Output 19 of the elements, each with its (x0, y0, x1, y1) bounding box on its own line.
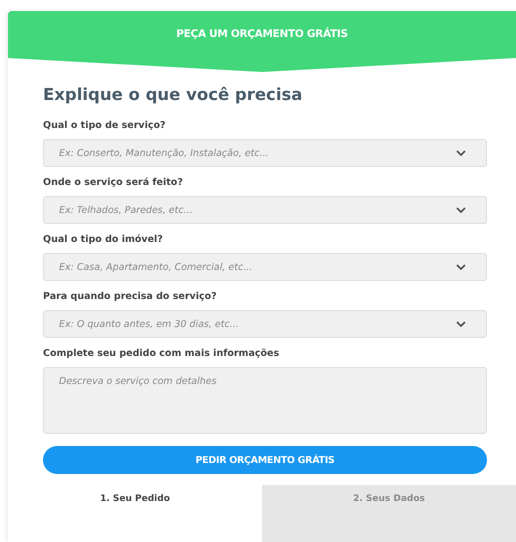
header-title: PEÇA UM ORÇAMENTO GRÁTIS (176, 26, 348, 42)
step-tab[interactable]: 1. Seu Pedido (8, 485, 262, 542)
chevron-down-icon (456, 264, 466, 270)
field-label: Onde o serviço será feito? (43, 177, 184, 189)
details-field[interactable]: Descreva o serviço com detalhes (43, 367, 487, 434)
form-heading: Explique o que você precisa (43, 84, 304, 106)
submit-button[interactable]: PEDIR ORÇAMENTO GRÁTIS (43, 446, 487, 474)
field-label: Para quando precisa do serviço? (43, 291, 218, 303)
field-label: Qual o tipo do imóvel? (43, 234, 164, 246)
select-field[interactable]: Ex: Casa, Apartamento, Comercial, etc... (43, 253, 487, 281)
step-tab[interactable]: 2. Seus Dados (262, 485, 516, 542)
chevron-down-icon (456, 150, 466, 156)
field-label: Complete seu pedido com mais informações (43, 348, 280, 360)
select-field[interactable]: Ex: Telhados, Paredes, etc... (43, 196, 487, 224)
select-field[interactable]: Ex: Conserto, Manutenção, Instalação, etc... (43, 139, 487, 167)
select-field[interactable]: Ex: O quanto antes, em 30 dias, etc... (43, 310, 487, 338)
field-label: Qual o tipo de serviço? (43, 120, 167, 132)
chevron-down-icon (456, 321, 466, 327)
chevron-down-icon (456, 207, 466, 213)
